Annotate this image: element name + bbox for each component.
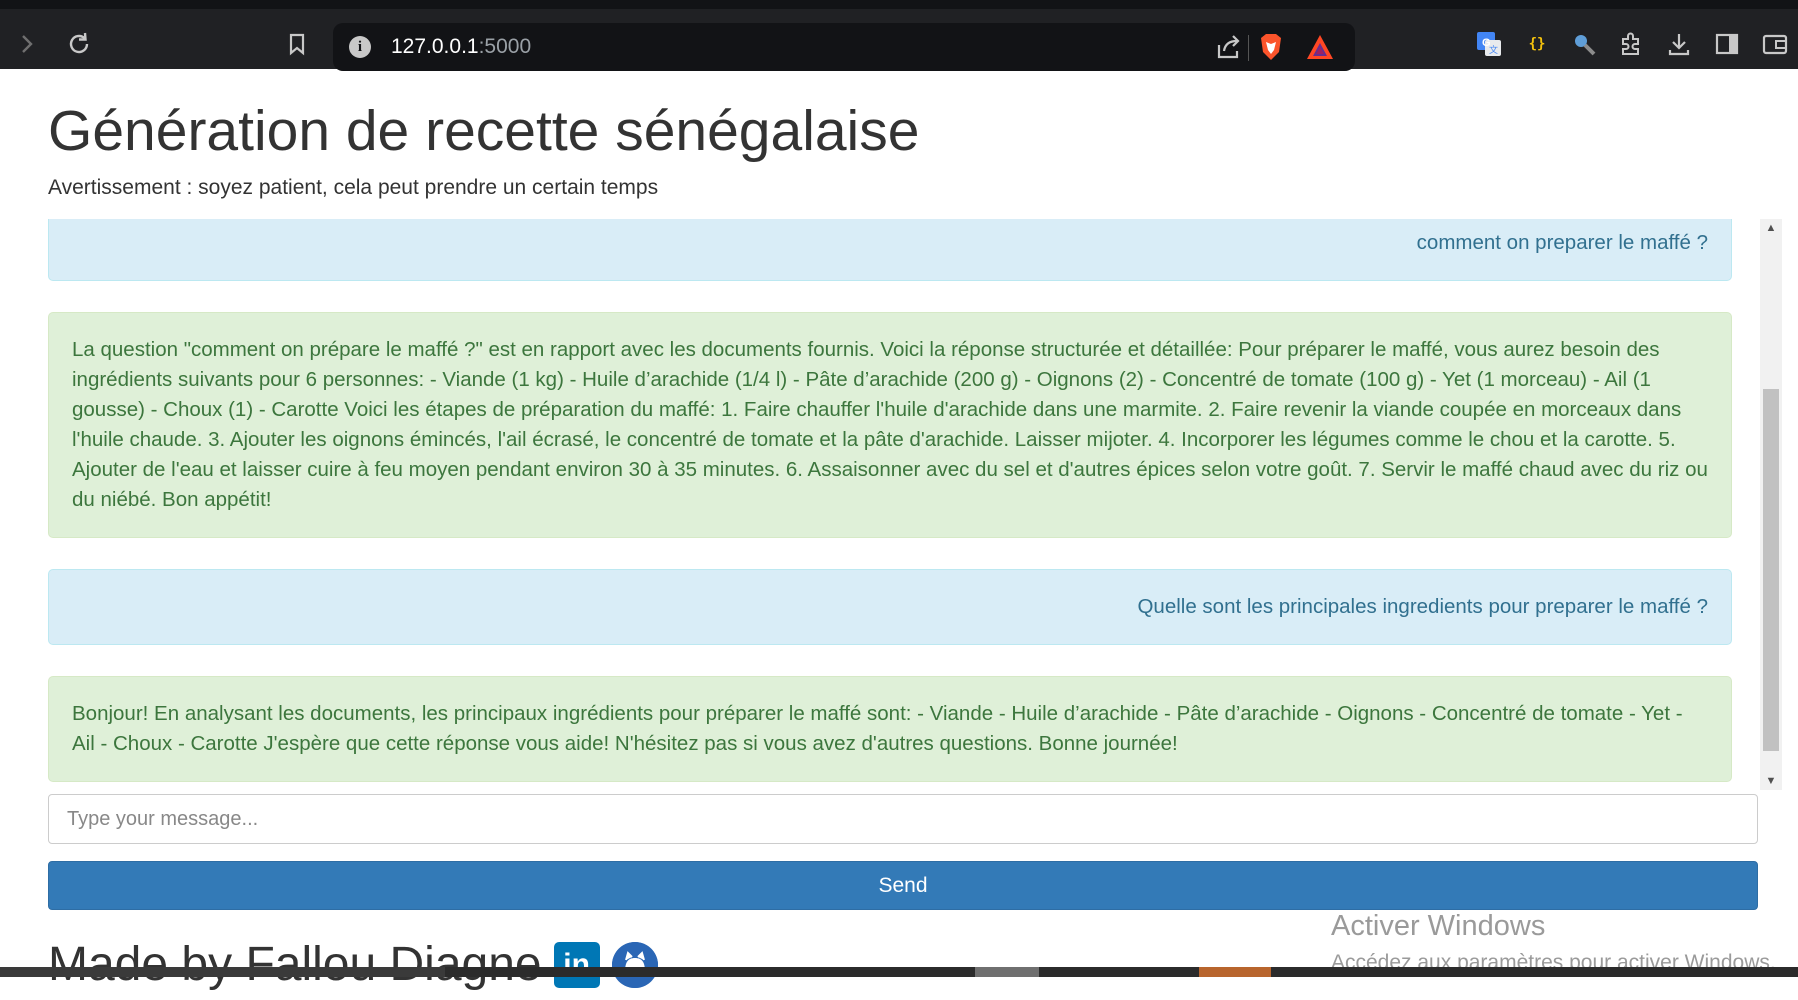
forward-icon[interactable] xyxy=(10,27,44,61)
brave-shield-icon[interactable] xyxy=(1257,32,1285,62)
scrollbar-thumb[interactable] xyxy=(1763,389,1779,751)
taskbar-segment xyxy=(1199,967,1271,977)
taskbar xyxy=(0,967,1798,977)
footer-text: Made by Fallou Diagne xyxy=(48,938,542,991)
sidebar-icon[interactable] xyxy=(1712,29,1742,59)
json-viewer-icon[interactable]: {} xyxy=(1522,29,1552,59)
linkedin-icon[interactable]: in xyxy=(553,941,600,988)
extension-search-icon[interactable] xyxy=(1569,29,1599,59)
footer: Made by Fallou Diagne in xyxy=(48,937,658,992)
wallet-icon[interactable] xyxy=(1760,29,1790,59)
message-input[interactable] xyxy=(48,794,1758,844)
address-bar-divider xyxy=(1248,35,1249,61)
reload-icon[interactable] xyxy=(62,27,96,61)
user-message: Quelle sont les principales ingredients … xyxy=(48,569,1732,645)
scroll-down-arrow-icon[interactable]: ▼ xyxy=(1760,772,1782,790)
windows-activation-watermark: Activer Windows Accédez aux paramètres p… xyxy=(1331,910,1776,975)
page-title: Génération de recette sénégalaise xyxy=(48,99,920,163)
chat-box[interactable]: comment on preparer le maffé ? La questi… xyxy=(48,219,1761,790)
share-icon[interactable] xyxy=(1215,33,1243,61)
chat-scrollbar[interactable]: ▲ ▼ xyxy=(1760,219,1782,790)
bot-message: Bonjour! En analysant les documents, les… xyxy=(48,676,1732,782)
github-icon[interactable] xyxy=(611,941,658,988)
svg-text:文: 文 xyxy=(1489,44,1498,55)
bot-message: La question "comment on prépare le maffé… xyxy=(48,312,1732,538)
scroll-up-arrow-icon[interactable]: ▲ xyxy=(1760,219,1782,237)
taskbar-segment xyxy=(0,967,445,977)
brave-rewards-icon[interactable] xyxy=(1305,33,1335,61)
extensions-icon[interactable] xyxy=(1616,29,1646,59)
warning-text: Avertissement : soyez patient, cela peut… xyxy=(48,176,659,199)
download-icon[interactable] xyxy=(1664,29,1694,59)
chat-messages: comment on preparer le maffé ? La questi… xyxy=(48,219,1732,790)
send-button[interactable]: Send xyxy=(48,861,1758,910)
taskbar-segment xyxy=(975,967,1039,977)
user-message: comment on preparer le maffé ? xyxy=(48,219,1732,281)
address-bar[interactable]: i 127.0.0.1:5000 xyxy=(333,23,1355,71)
browser-toolbar: i 127.0.0.1:5000 G文 {} xyxy=(0,0,1798,71)
info-icon[interactable]: i xyxy=(349,36,371,58)
translate-icon[interactable]: G文 xyxy=(1474,29,1504,59)
bookmark-icon[interactable] xyxy=(280,27,314,61)
watermark-title: Activer Windows xyxy=(1331,910,1546,942)
url-text[interactable]: 127.0.0.1:5000 xyxy=(391,35,531,59)
